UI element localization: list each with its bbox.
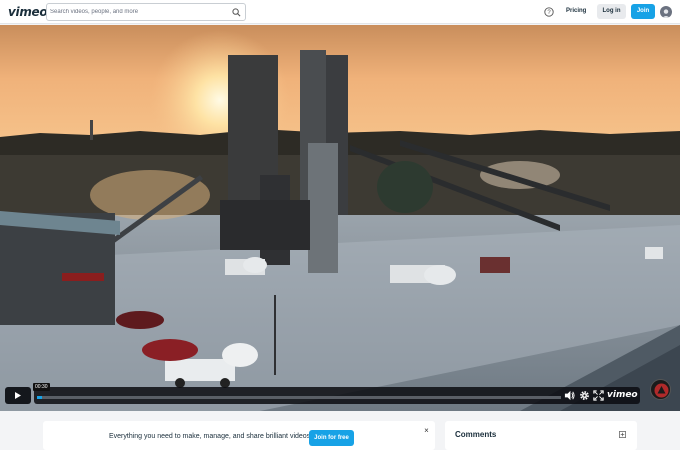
user-icon [662,9,670,18]
close-icon[interactable]: × [422,426,431,435]
login-button[interactable]: Log in [597,4,626,19]
fullscreen-icon[interactable] [593,390,604,401]
pricing-link[interactable]: Pricing [566,8,586,14]
play-icon [15,392,21,399]
truck-3 [225,257,267,275]
video-frame [0,25,680,411]
help-icon[interactable]: ? [544,7,554,17]
search-input[interactable] [50,5,230,19]
current-time: 00:30 [33,383,50,391]
comments-panel: Comments [445,421,637,450]
play-button[interactable] [5,387,31,404]
join-button[interactable]: Join [631,4,655,19]
svg-text:?: ? [547,10,551,16]
volume-icon[interactable] [564,390,575,401]
top-navigation: vimeo ? Pricing Log in Join [0,0,680,24]
search-box[interactable] [46,3,246,21]
truck-2 [390,265,456,285]
settings-icon[interactable] [579,390,590,401]
channel-badge[interactable] [650,379,671,400]
avatar[interactable] [660,6,672,18]
progress-fill [37,396,42,399]
vimeo-logo[interactable]: vimeo [8,5,48,19]
video-player[interactable] [0,25,680,411]
promo-text: Everything you need to make, manage, and… [109,433,313,440]
join-for-free-button[interactable]: Join for free [309,430,354,446]
vimeo-watermark[interactable]: vimeo [607,390,638,400]
progress-bar[interactable] [37,396,561,399]
comments-title: Comments [455,430,497,439]
signup-promo: Everything you need to make, manage, and… [43,421,435,450]
search-icon[interactable] [232,8,241,17]
expand-icon[interactable] [619,431,626,438]
badge-logo-icon [654,383,669,398]
